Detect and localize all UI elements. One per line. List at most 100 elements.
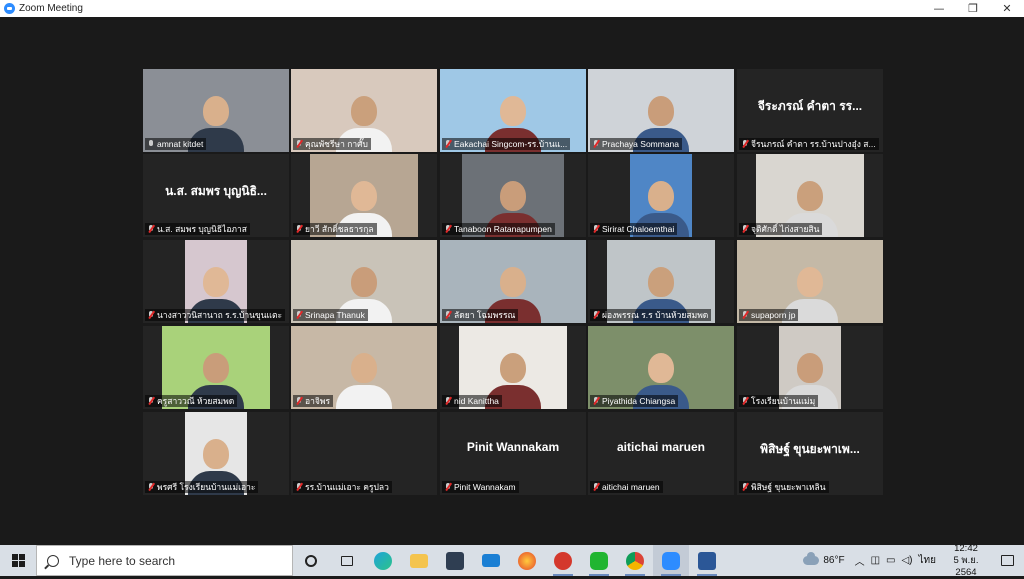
participant-tile[interactable]: Srinapa Thanuk: [291, 240, 437, 323]
firefox-icon[interactable]: [509, 545, 545, 576]
battery-icon[interactable]: ▭: [886, 555, 895, 566]
participant-name-label: Srinapa Thanuk: [293, 309, 368, 321]
participant-name: อาจิพร: [305, 396, 331, 406]
weather-temperature: 86°F: [823, 555, 845, 566]
clock-date: 5 พ.ย. 2564: [953, 554, 979, 578]
app-icon[interactable]: [545, 545, 581, 576]
participant-tile[interactable]: พรศรี โรงเรียนบ้านแม่เอาะ: [143, 412, 289, 495]
participant-name: พิสิษฐ์ ขุนยะพาเหลิน: [751, 482, 826, 492]
participant-name-label: พรศรี โรงเรียนบ้านแม่เอาะ: [145, 481, 259, 493]
zoom-icon[interactable]: [653, 545, 689, 576]
participant-tile[interactable]: Pinit Wannakam Pinit Wannakam: [440, 412, 586, 495]
mic-muted-icon: [593, 483, 599, 491]
participant-tile[interactable]: Prachaya Sommana: [588, 69, 734, 152]
participant-name: ครูสาววณี ห้วยสมพด: [157, 396, 235, 406]
participant-display-name: น.ส. สมพร บุญนิธิ...: [165, 184, 267, 198]
chrome-icon[interactable]: [617, 545, 653, 576]
task-view-icon[interactable]: [329, 545, 365, 576]
taskbar-search[interactable]: [36, 545, 293, 576]
notification-button[interactable]: [990, 555, 1024, 566]
person-head: [500, 96, 526, 126]
weather-widget[interactable]: 86°F: [803, 552, 845, 566]
network-icon[interactable]: ◫: [871, 555, 880, 566]
participant-display-name: พิสิษฐ์ ขุนยะพาเพ...: [760, 442, 860, 456]
participant-tile[interactable]: ผ่องพรรณ ร.ร บ้านห้วยสมพด: [588, 240, 734, 323]
participant-name: นางสาววนิสานาถ ร.ร.บ้านขุนแตะ: [157, 310, 283, 320]
notification-icon: [1000, 555, 1014, 566]
participant-tile[interactable]: นางสาววนิสานาถ ร.ร.บ้านขุนแตะ: [143, 240, 289, 323]
participant-name-label: Prachaya Sommana: [590, 138, 683, 150]
mic-icon: [148, 140, 154, 148]
participant-tile[interactable]: amnat kitdet: [143, 69, 289, 152]
participant-tile[interactable]: อาจิพร: [291, 326, 437, 409]
participant-tile[interactable]: nid Kanittha: [440, 326, 586, 409]
start-button[interactable]: [0, 545, 36, 576]
participant-tile[interactable]: Tanaboon Ratanapumpen: [440, 154, 586, 237]
search-input[interactable]: [69, 553, 269, 568]
mic-muted-icon: [593, 311, 599, 319]
participant-tile[interactable]: ลัดยา โฉมพรรณ: [440, 240, 586, 323]
participant-tile[interactable]: พิสิษฐ์ ขุนยะพาเพ... พิสิษฐ์ ขุนยะพาเหลิน: [737, 412, 883, 495]
participant-name-label: amnat kitdet: [145, 138, 207, 150]
participant-name: aitichai maruen: [602, 482, 660, 492]
person-head: [797, 181, 823, 211]
mail-icon[interactable]: [473, 545, 509, 576]
participant-name-label: ยาวี สักดิ์ชลธารกุล: [293, 223, 377, 235]
file-explorer-icon[interactable]: [401, 545, 437, 576]
participant-tile[interactable]: คุณพัชรีษา กาศั๊บ: [291, 69, 437, 152]
participant-name: ผ่องพรรณ ร.ร บ้านห้วยสมพด: [602, 310, 709, 320]
person-head: [500, 267, 526, 297]
participant-tile[interactable]: supaporn jp: [737, 240, 883, 323]
participant-name-label: ผ่องพรรณ ร.ร บ้านห้วยสมพด: [590, 309, 712, 321]
language-indicator[interactable]: ไทย: [919, 553, 936, 568]
participant-display-name: Pinit Wannakam: [466, 440, 560, 454]
window-title: Zoom Meeting: [19, 3, 83, 14]
participant-tile[interactable]: ยาวี สักดิ์ชลธารกุล: [291, 154, 437, 237]
mic-muted-icon: [148, 397, 154, 405]
person-head: [648, 96, 674, 126]
participant-tile[interactable]: aitichai maruen aitichai maruen: [588, 412, 734, 495]
participant-tile[interactable]: Piyathida Chiangsa: [588, 326, 734, 409]
word-icon[interactable]: [689, 545, 725, 576]
chevron-up-icon[interactable]: ︿: [855, 553, 865, 568]
participant-tile[interactable]: จุติศักดิ์ ไก่งสายสิน: [737, 154, 883, 237]
participant-tile[interactable]: น.ส. สมพร บุญนิธิ... น.ส. สมพร บุญนิธิไอภ…: [143, 154, 289, 237]
participant-tile[interactable]: จีระภรณ์ คำตา รร... จีรนภรณ์ คำตา รร.บ้าน…: [737, 69, 883, 152]
participant-name: supaporn jp: [751, 310, 796, 320]
maximize-button[interactable]: ❐: [956, 0, 990, 17]
close-button[interactable]: ✕: [990, 0, 1024, 17]
mic-muted-icon: [742, 140, 748, 148]
participant-name: nid Kanittha: [454, 396, 499, 406]
cortana-icon[interactable]: [293, 545, 329, 576]
store-icon[interactable]: [437, 545, 473, 576]
zoom-app-icon: [4, 3, 15, 14]
participant-tile[interactable]: Sirirat Chaloemthai: [588, 154, 734, 237]
person-head: [797, 267, 823, 297]
mic-muted-icon: [296, 483, 302, 491]
participant-name: Piyathida Chiangsa: [602, 396, 676, 406]
participant-name: Pinit Wannakam: [454, 482, 516, 492]
edge-icon[interactable]: [365, 545, 401, 576]
cloud-icon: [803, 552, 820, 565]
participant-name-label: nid Kanittha: [442, 395, 502, 407]
clock[interactable]: 12:42 5 พ.ย. 2564: [942, 543, 990, 579]
volume-icon[interactable]: ◁): [901, 555, 912, 566]
minimize-button[interactable]: —: [922, 0, 956, 17]
participant-tile[interactable]: โรงเรียนบ้านแม่มุ: [737, 326, 883, 409]
participant-tile[interactable]: Eakachai Singcom-รร.บ้านแ...: [440, 69, 586, 152]
person-head: [203, 439, 229, 469]
mic-muted-icon: [445, 397, 451, 405]
participant-tile[interactable]: รร.บ้านแม่เอาะ ครูปลว: [291, 412, 437, 495]
participant-name: ลัดยา โฉมพรรณ: [454, 310, 516, 320]
line-icon[interactable]: [581, 545, 617, 576]
participant-name: พรศรี โรงเรียนบ้านแม่เอาะ: [157, 482, 256, 492]
participant-tile[interactable]: ครูสาววณี ห้วยสมพด: [143, 326, 289, 409]
mic-muted-icon: [742, 225, 748, 233]
participant-name: Tanaboon Ratanapumpen: [454, 224, 552, 234]
gallery-view: amnat kitdet คุณพัชรีษา กาศั๊บ Eakachai Si…: [0, 17, 1024, 545]
mic-muted-icon: [445, 311, 451, 319]
mic-muted-icon: [445, 225, 451, 233]
system-tray: 86°F ︿ ◫ ▭ ◁) ไทย 12:42 5 พ.ย. 2564: [803, 543, 1024, 579]
mic-muted-icon: [148, 311, 154, 319]
mic-muted-icon: [296, 311, 302, 319]
